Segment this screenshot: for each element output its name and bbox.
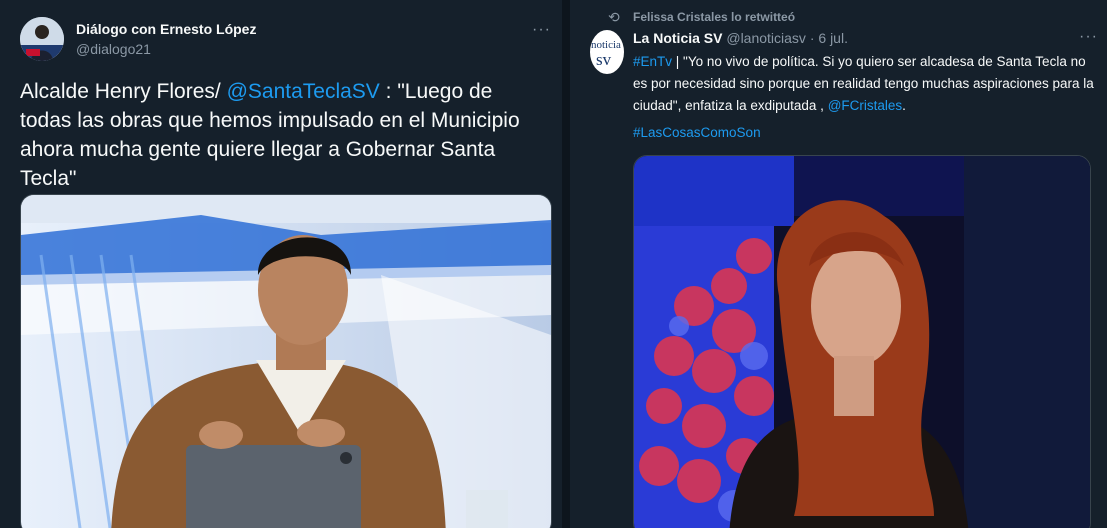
tweet-date[interactable]: 6 jul. bbox=[818, 30, 848, 46]
hashtag-entv[interactable]: #EnTv bbox=[633, 54, 672, 69]
hashtag-lascosascomoson[interactable]: #LasCosasComoSon bbox=[633, 125, 761, 140]
interview-photo-image bbox=[634, 156, 1090, 528]
author-avatar[interactable] bbox=[20, 17, 64, 61]
tweet-photo[interactable] bbox=[633, 155, 1091, 528]
author-avatar[interactable]: noticia sv bbox=[590, 30, 624, 74]
interview-photo-image bbox=[21, 195, 551, 528]
author-name[interactable]: Diálogo con Ernesto López bbox=[76, 21, 256, 37]
retweet-icon: ⟲ bbox=[608, 9, 620, 25]
author-handle[interactable]: @lanoticiasv bbox=[726, 30, 806, 46]
feed-divider bbox=[562, 0, 570, 528]
author-name[interactable]: La Noticia SV bbox=[633, 30, 722, 46]
tweet-text: #EnTv | "Yo no vivo de política. Si yo q… bbox=[633, 51, 1103, 117]
tweet-text-start: Alcalde Henry Flores/ bbox=[20, 80, 227, 103]
author-handle[interactable]: @dialogo21 bbox=[76, 41, 151, 57]
tweet-header: La Noticia SV @lanoticiasv · 6 jul. bbox=[633, 30, 848, 46]
more-options-icon[interactable]: ··· bbox=[532, 21, 551, 39]
more-options-icon[interactable]: ··· bbox=[1079, 28, 1098, 46]
tweet-photo[interactable] bbox=[20, 194, 552, 528]
mention-link[interactable]: @SantaTeclaSV bbox=[227, 80, 380, 103]
avatar-logo-bottom: sv bbox=[596, 50, 612, 69]
right-tweet: ⟲ Felissa Cristales lo retwitteó noticia… bbox=[570, 0, 1107, 528]
retweet-note[interactable]: Felissa Cristales lo retwitteó bbox=[633, 10, 795, 24]
left-tweet: Diálogo con Ernesto López @dialogo21 ···… bbox=[0, 0, 562, 528]
tweet-text: Alcalde Henry Flores/ @SantaTeclaSV : "L… bbox=[20, 77, 545, 193]
tv-host-avatar-icon bbox=[20, 17, 64, 61]
header-separator: · bbox=[809, 30, 815, 46]
tweet-text-end: . bbox=[902, 98, 906, 113]
mention-link[interactable]: @FCristales bbox=[828, 98, 902, 113]
